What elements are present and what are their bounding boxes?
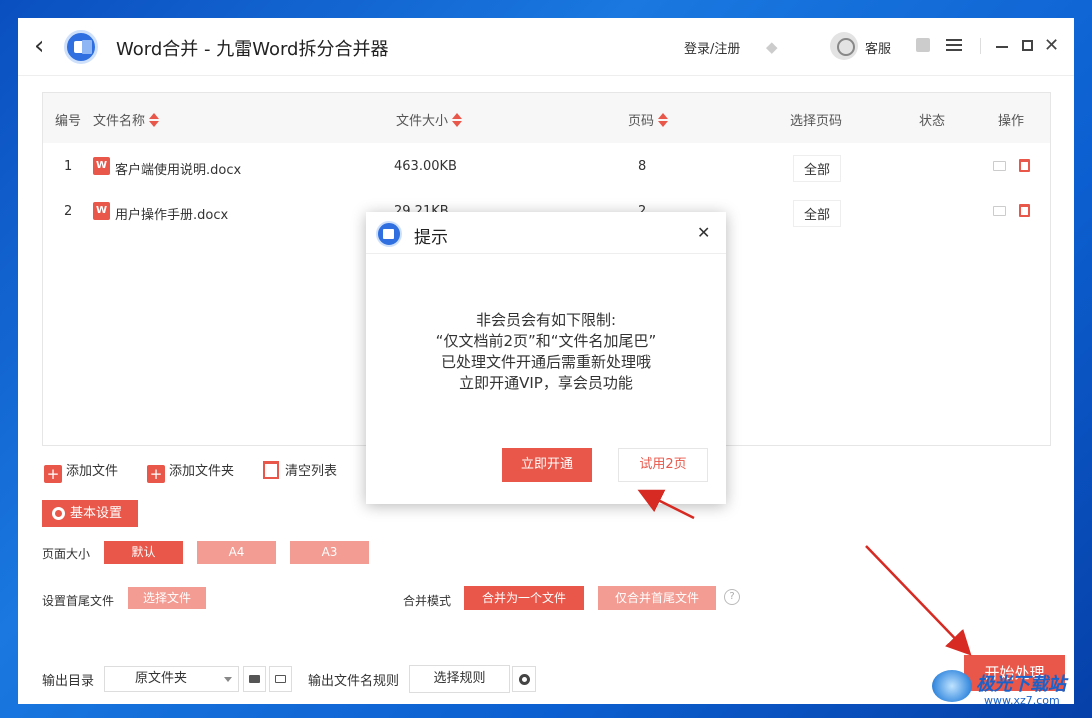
annotation-arrows	[637, 489, 972, 656]
arrow-to-start-button	[865, 545, 972, 656]
watermark-logo-icon	[932, 670, 972, 702]
watermark-text: 极光下载站	[976, 674, 1066, 695]
arrow-to-trial-button	[637, 489, 695, 520]
site-watermark: 极光下载站 www.xz7.com	[932, 664, 1082, 714]
watermark-url: www.xz7.com	[984, 694, 1060, 707]
